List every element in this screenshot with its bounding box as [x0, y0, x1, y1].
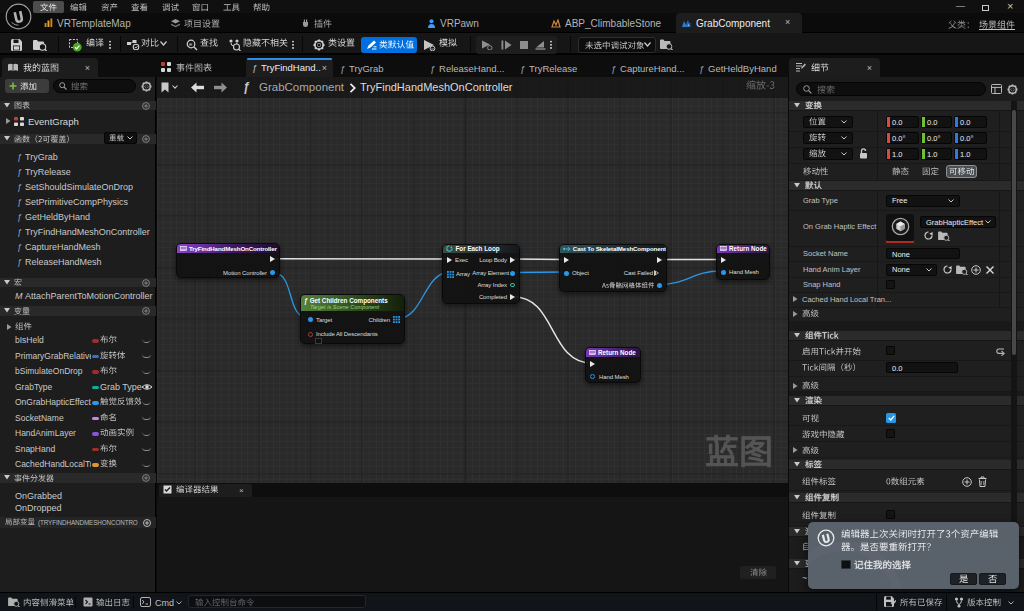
svg-text:e: e — [189, 41, 193, 47]
